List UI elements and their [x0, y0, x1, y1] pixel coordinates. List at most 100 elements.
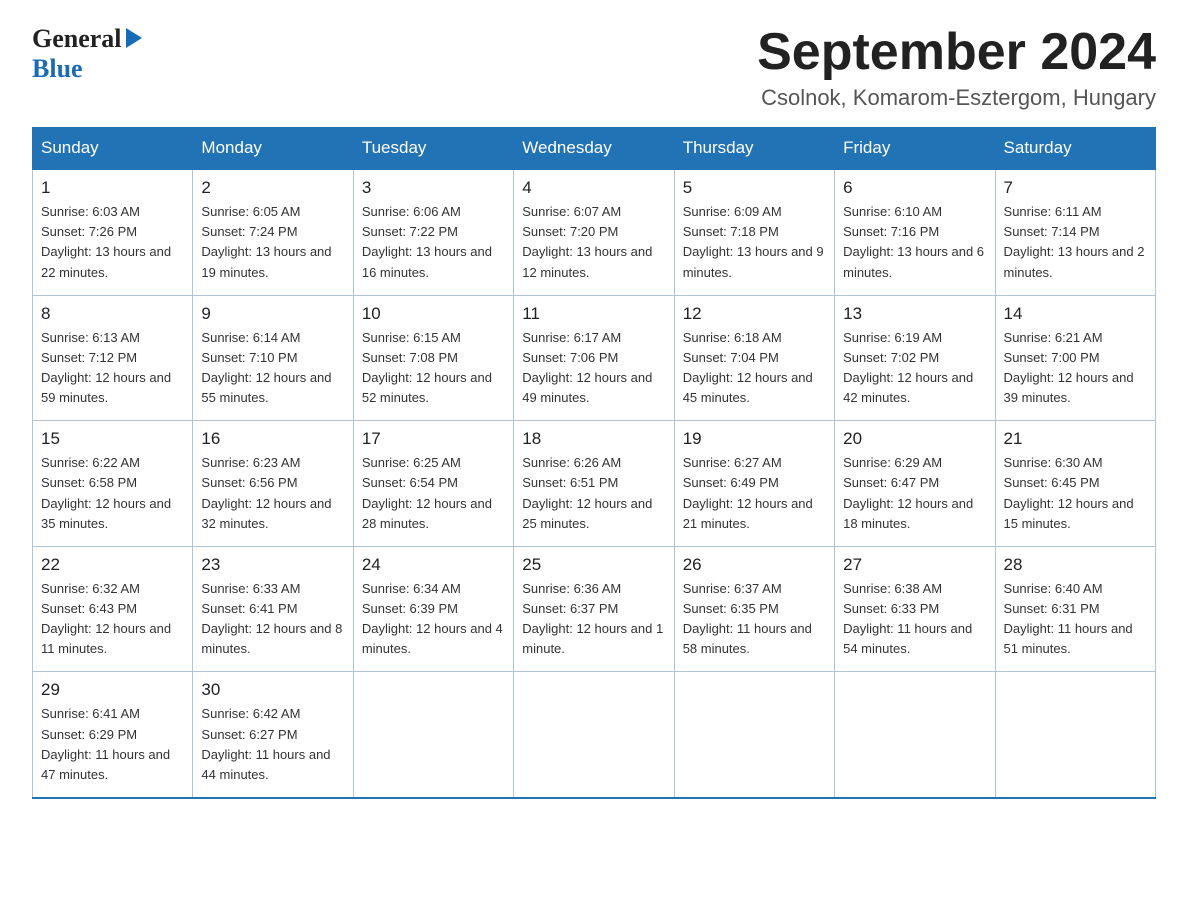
calendar-cell: 30 Sunrise: 6:42 AMSunset: 6:27 PMDaylig… — [193, 672, 353, 798]
day-number: 4 — [522, 178, 665, 198]
day-info: Sunrise: 6:27 AMSunset: 6:49 PMDaylight:… — [683, 455, 813, 530]
calendar-cell: 23 Sunrise: 6:33 AMSunset: 6:41 PMDaylig… — [193, 546, 353, 672]
day-number: 23 — [201, 555, 344, 575]
month-title: September 2024 — [757, 24, 1156, 81]
day-info: Sunrise: 6:13 AMSunset: 7:12 PMDaylight:… — [41, 330, 171, 405]
calendar-cell: 6 Sunrise: 6:10 AMSunset: 7:16 PMDayligh… — [835, 169, 995, 295]
day-number: 25 — [522, 555, 665, 575]
day-number: 22 — [41, 555, 184, 575]
calendar-cell: 22 Sunrise: 6:32 AMSunset: 6:43 PMDaylig… — [33, 546, 193, 672]
day-number: 24 — [362, 555, 505, 575]
day-info: Sunrise: 6:03 AMSunset: 7:26 PMDaylight:… — [41, 204, 171, 279]
day-number: 13 — [843, 304, 986, 324]
day-info: Sunrise: 6:06 AMSunset: 7:22 PMDaylight:… — [362, 204, 492, 279]
day-info: Sunrise: 6:19 AMSunset: 7:02 PMDaylight:… — [843, 330, 973, 405]
day-number: 21 — [1004, 429, 1147, 449]
calendar-day-header-friday: Friday — [835, 128, 995, 170]
day-number: 1 — [41, 178, 184, 198]
day-number: 27 — [843, 555, 986, 575]
calendar-cell: 26 Sunrise: 6:37 AMSunset: 6:35 PMDaylig… — [674, 546, 834, 672]
day-info: Sunrise: 6:17 AMSunset: 7:06 PMDaylight:… — [522, 330, 652, 405]
day-info: Sunrise: 6:29 AMSunset: 6:47 PMDaylight:… — [843, 455, 973, 530]
calendar-day-header-saturday: Saturday — [995, 128, 1155, 170]
calendar-cell: 10 Sunrise: 6:15 AMSunset: 7:08 PMDaylig… — [353, 295, 513, 421]
title-area: September 2024 Csolnok, Komarom-Esztergo… — [757, 24, 1156, 111]
day-number: 30 — [201, 680, 344, 700]
day-info: Sunrise: 6:36 AMSunset: 6:37 PMDaylight:… — [522, 581, 663, 656]
day-info: Sunrise: 6:38 AMSunset: 6:33 PMDaylight:… — [843, 581, 972, 656]
day-number: 16 — [201, 429, 344, 449]
calendar-cell: 15 Sunrise: 6:22 AMSunset: 6:58 PMDaylig… — [33, 421, 193, 547]
calendar-cell: 8 Sunrise: 6:13 AMSunset: 7:12 PMDayligh… — [33, 295, 193, 421]
day-info: Sunrise: 6:25 AMSunset: 6:54 PMDaylight:… — [362, 455, 492, 530]
day-info: Sunrise: 6:23 AMSunset: 6:56 PMDaylight:… — [201, 455, 331, 530]
day-number: 28 — [1004, 555, 1147, 575]
calendar-cell — [995, 672, 1155, 798]
day-info: Sunrise: 6:10 AMSunset: 7:16 PMDaylight:… — [843, 204, 984, 279]
logo: General Blue — [32, 24, 142, 84]
day-info: Sunrise: 6:32 AMSunset: 6:43 PMDaylight:… — [41, 581, 171, 656]
day-info: Sunrise: 6:40 AMSunset: 6:31 PMDaylight:… — [1004, 581, 1133, 656]
day-info: Sunrise: 6:41 AMSunset: 6:29 PMDaylight:… — [41, 706, 170, 781]
day-info: Sunrise: 6:05 AMSunset: 7:24 PMDaylight:… — [201, 204, 331, 279]
calendar-week-row: 22 Sunrise: 6:32 AMSunset: 6:43 PMDaylig… — [33, 546, 1156, 672]
calendar-cell: 27 Sunrise: 6:38 AMSunset: 6:33 PMDaylig… — [835, 546, 995, 672]
day-number: 20 — [843, 429, 986, 449]
calendar-cell: 4 Sunrise: 6:07 AMSunset: 7:20 PMDayligh… — [514, 169, 674, 295]
calendar-cell: 18 Sunrise: 6:26 AMSunset: 6:51 PMDaylig… — [514, 421, 674, 547]
calendar-day-header-tuesday: Tuesday — [353, 128, 513, 170]
calendar-week-row: 15 Sunrise: 6:22 AMSunset: 6:58 PMDaylig… — [33, 421, 1156, 547]
location-title: Csolnok, Komarom-Esztergom, Hungary — [757, 85, 1156, 111]
calendar-cell: 13 Sunrise: 6:19 AMSunset: 7:02 PMDaylig… — [835, 295, 995, 421]
calendar-cell — [674, 672, 834, 798]
calendar-cell: 25 Sunrise: 6:36 AMSunset: 6:37 PMDaylig… — [514, 546, 674, 672]
day-info: Sunrise: 6:33 AMSunset: 6:41 PMDaylight:… — [201, 581, 342, 656]
day-number: 6 — [843, 178, 986, 198]
calendar-cell — [835, 672, 995, 798]
page-header: General Blue September 2024 Csolnok, Kom… — [32, 24, 1156, 111]
calendar-cell: 9 Sunrise: 6:14 AMSunset: 7:10 PMDayligh… — [193, 295, 353, 421]
calendar-cell — [514, 672, 674, 798]
calendar-week-row: 1 Sunrise: 6:03 AMSunset: 7:26 PMDayligh… — [33, 169, 1156, 295]
day-number: 14 — [1004, 304, 1147, 324]
calendar-cell: 1 Sunrise: 6:03 AMSunset: 7:26 PMDayligh… — [33, 169, 193, 295]
calendar-cell: 2 Sunrise: 6:05 AMSunset: 7:24 PMDayligh… — [193, 169, 353, 295]
day-number: 15 — [41, 429, 184, 449]
day-number: 10 — [362, 304, 505, 324]
day-number: 7 — [1004, 178, 1147, 198]
calendar-day-header-wednesday: Wednesday — [514, 128, 674, 170]
logo-general: General — [32, 24, 122, 54]
calendar-cell: 20 Sunrise: 6:29 AMSunset: 6:47 PMDaylig… — [835, 421, 995, 547]
day-info: Sunrise: 6:11 AMSunset: 7:14 PMDaylight:… — [1004, 204, 1145, 279]
calendar-week-row: 29 Sunrise: 6:41 AMSunset: 6:29 PMDaylig… — [33, 672, 1156, 798]
day-number: 11 — [522, 304, 665, 324]
calendar-cell: 17 Sunrise: 6:25 AMSunset: 6:54 PMDaylig… — [353, 421, 513, 547]
day-number: 9 — [201, 304, 344, 324]
calendar-cell: 11 Sunrise: 6:17 AMSunset: 7:06 PMDaylig… — [514, 295, 674, 421]
day-number: 26 — [683, 555, 826, 575]
logo-blue: Blue — [32, 54, 83, 84]
day-info: Sunrise: 6:09 AMSunset: 7:18 PMDaylight:… — [683, 204, 824, 279]
day-info: Sunrise: 6:07 AMSunset: 7:20 PMDaylight:… — [522, 204, 652, 279]
calendar-cell: 24 Sunrise: 6:34 AMSunset: 6:39 PMDaylig… — [353, 546, 513, 672]
day-info: Sunrise: 6:14 AMSunset: 7:10 PMDaylight:… — [201, 330, 331, 405]
calendar-cell: 3 Sunrise: 6:06 AMSunset: 7:22 PMDayligh… — [353, 169, 513, 295]
calendar-week-row: 8 Sunrise: 6:13 AMSunset: 7:12 PMDayligh… — [33, 295, 1156, 421]
calendar-cell: 12 Sunrise: 6:18 AMSunset: 7:04 PMDaylig… — [674, 295, 834, 421]
day-number: 2 — [201, 178, 344, 198]
calendar-cell: 5 Sunrise: 6:09 AMSunset: 7:18 PMDayligh… — [674, 169, 834, 295]
day-info: Sunrise: 6:34 AMSunset: 6:39 PMDaylight:… — [362, 581, 503, 656]
day-number: 17 — [362, 429, 505, 449]
calendar-cell — [353, 672, 513, 798]
day-number: 5 — [683, 178, 826, 198]
calendar-header-row: SundayMondayTuesdayWednesdayThursdayFrid… — [33, 128, 1156, 170]
day-info: Sunrise: 6:26 AMSunset: 6:51 PMDaylight:… — [522, 455, 652, 530]
calendar-cell: 19 Sunrise: 6:27 AMSunset: 6:49 PMDaylig… — [674, 421, 834, 547]
day-info: Sunrise: 6:37 AMSunset: 6:35 PMDaylight:… — [683, 581, 812, 656]
day-info: Sunrise: 6:30 AMSunset: 6:45 PMDaylight:… — [1004, 455, 1134, 530]
calendar-day-header-monday: Monday — [193, 128, 353, 170]
day-number: 12 — [683, 304, 826, 324]
calendar-cell: 28 Sunrise: 6:40 AMSunset: 6:31 PMDaylig… — [995, 546, 1155, 672]
day-info: Sunrise: 6:21 AMSunset: 7:00 PMDaylight:… — [1004, 330, 1134, 405]
day-number: 29 — [41, 680, 184, 700]
